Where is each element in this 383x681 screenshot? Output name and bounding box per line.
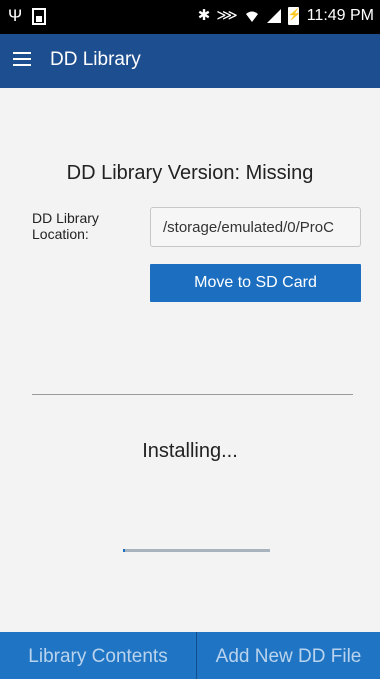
usb-icon: Ψ	[8, 6, 23, 25]
tab-library-contents[interactable]: Library Contents	[0, 632, 196, 679]
move-to-sd-card-button[interactable]: Move to SD Card	[150, 264, 361, 302]
install-progress-bar	[123, 549, 270, 552]
status-bar: Ψ ✱ ⋙ 11:49 PM	[0, 0, 380, 34]
status-time: 11:49 PM	[306, 7, 374, 24]
library-location-field[interactable]: /storage/emulated/0/ProC	[150, 207, 361, 247]
library-location-label: DD Library Location:	[32, 210, 99, 242]
vibrate-icon: ⋙	[216, 7, 238, 24]
sim-card-icon	[32, 7, 47, 25]
battery-charging-icon	[287, 7, 301, 25]
app-title: DD Library	[50, 49, 141, 70]
library-version-title: DD Library Version: Missing	[66, 162, 314, 184]
tab-add-new-dd-file[interactable]: Add New DD File	[197, 632, 380, 679]
app-frame: Ψ ✱ ⋙ 11:49 PM DD Library DD Library Ver…	[0, 0, 380, 679]
install-progress-fill	[123, 549, 125, 552]
bluetooth-icon: ✱	[197, 7, 211, 24]
bottom-tab-bar: Library Contents Add New DD File	[0, 632, 380, 679]
wifi-icon	[245, 11, 258, 22]
app-bar: DD Library	[0, 34, 380, 88]
hamburger-menu-icon[interactable]	[13, 52, 31, 66]
installing-status: Installing...	[142, 440, 238, 462]
divider	[32, 394, 353, 395]
signal-icon	[266, 9, 281, 23]
